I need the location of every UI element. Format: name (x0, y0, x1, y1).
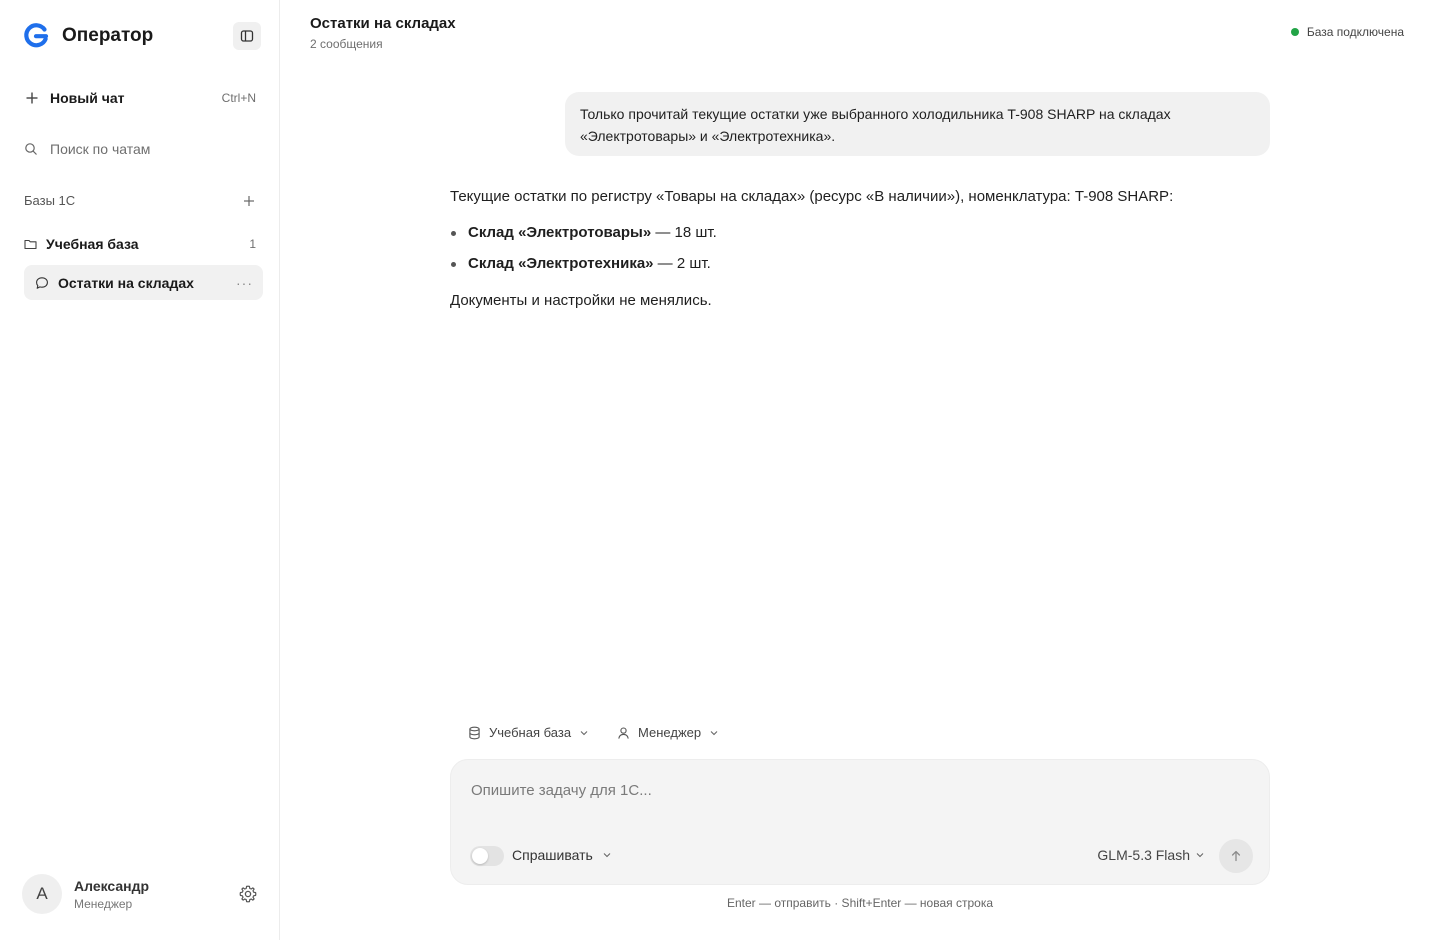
message-count: 2 сообщения (310, 37, 383, 51)
chat-options-icon[interactable]: ··· (236, 275, 253, 291)
new-chat-label: Новый чат (50, 90, 125, 106)
warehouse-name: Склад «Электротовары» (468, 224, 652, 241)
new-chat-button[interactable]: Новый чат Ctrl+N (24, 86, 260, 110)
context-selectors: Учебная база Менеджер (468, 725, 747, 740)
sidebar: Оператор Новый чат Ctrl+N Поиск по чатам (0, 0, 280, 940)
model-label: GLM-5.3 Flash (1097, 847, 1190, 863)
ask-mode-toggle[interactable] (470, 846, 504, 866)
user-icon (618, 726, 629, 739)
assistant-closing: Документы и настройки не менялись. (450, 292, 712, 309)
send-button[interactable] (1219, 839, 1253, 873)
new-chat-shortcut: Ctrl+N (221, 91, 256, 105)
role-selector-label: Менеджер (638, 725, 702, 740)
chat-search-input[interactable]: Поиск по чатам (24, 137, 260, 161)
status-label: База подключена (1306, 25, 1404, 39)
chevron-down-icon (603, 853, 611, 858)
sidebar-folder-training-db[interactable]: Учебная база 1 (24, 233, 260, 255)
user-name: Александр (74, 877, 150, 894)
database-selector[interactable]: Учебная база (468, 725, 589, 740)
chevron-down-icon (580, 730, 588, 735)
search-placeholder: Поиск по чатам (50, 141, 151, 157)
user-role: Менеджер (74, 896, 133, 911)
assistant-message: Текущие остатки по регистру «Товары на с… (450, 186, 1270, 312)
list-item: Склад «Электротовары» — 18 шт. (450, 222, 1270, 244)
assistant-intro: Текущие остатки по регистру «Товары на с… (450, 188, 1174, 205)
warehouse-stock: — 18 шт. (651, 224, 717, 241)
message-composer[interactable]: Опишите задачу для 1С... Спрашивать GLM-… (450, 759, 1270, 885)
app-window: Оператор Новый чат Ctrl+N Поиск по чатам (0, 0, 1440, 940)
chat-title: Остатки на складах (310, 15, 456, 32)
mode-selector[interactable]: Спрашивать (512, 847, 612, 863)
brand-logo-icon (24, 23, 49, 48)
connection-status: База подключена (1290, 25, 1404, 39)
user-profile[interactable]: A Александр Менеджер (22, 874, 260, 914)
role-selector[interactable]: Менеджер (617, 725, 719, 740)
plus-icon (26, 92, 38, 104)
toggle-sidebar-button[interactable] (233, 22, 261, 50)
message-input[interactable]: Опишите задачу для 1С... (471, 782, 652, 799)
chevron-down-icon (710, 730, 718, 735)
stock-list: Склад «Электротовары» — 18 шт. Склад «Эл… (450, 222, 1270, 275)
database-icon (469, 726, 480, 739)
brand[interactable]: Оператор (22, 22, 153, 50)
warehouse-name: Склад «Электротехника» (468, 255, 654, 272)
app-name: Оператор (62, 25, 154, 46)
user-message: Только прочитай текущие остатки уже выбр… (565, 92, 1270, 156)
search-icon (25, 143, 37, 155)
chat-bubble-icon (36, 276, 48, 289)
sidebar-chat-item[interactable]: Остатки на складах ··· (24, 265, 263, 300)
database-selector-label: Учебная база (489, 725, 572, 740)
toggle-knob (472, 848, 488, 864)
mode-label: Спрашивать (512, 847, 593, 863)
folder-label: Учебная база (46, 236, 139, 252)
add-database-icon[interactable] (242, 194, 256, 208)
arrow-up-icon (1231, 850, 1241, 862)
user-info: Александр Менеджер (74, 878, 149, 911)
chat-item-label: Остатки на складах (58, 274, 194, 291)
folder-count: 1 (249, 237, 256, 251)
avatar: A (22, 874, 62, 914)
section-title: Базы 1С (24, 193, 76, 208)
status-dot-icon (1290, 28, 1299, 36)
list-item: Склад «Электротехника» — 2 шт. (450, 253, 1270, 275)
chevron-down-icon (1196, 853, 1204, 858)
sidebar-panel-icon (240, 30, 254, 42)
gear-icon[interactable] (238, 884, 258, 904)
model-selector[interactable]: GLM-5.3 Flash (1097, 847, 1205, 863)
warehouse-stock: — 2 шт. (653, 255, 711, 272)
keyboard-hint: Enter — отправить · Shift+Enter — новая … (726, 896, 994, 910)
chat-main: Остатки на складах 2 сообщения База подк… (280, 0, 1440, 940)
databases-section-header: Базы 1С (24, 193, 256, 208)
folder-icon (24, 239, 37, 250)
